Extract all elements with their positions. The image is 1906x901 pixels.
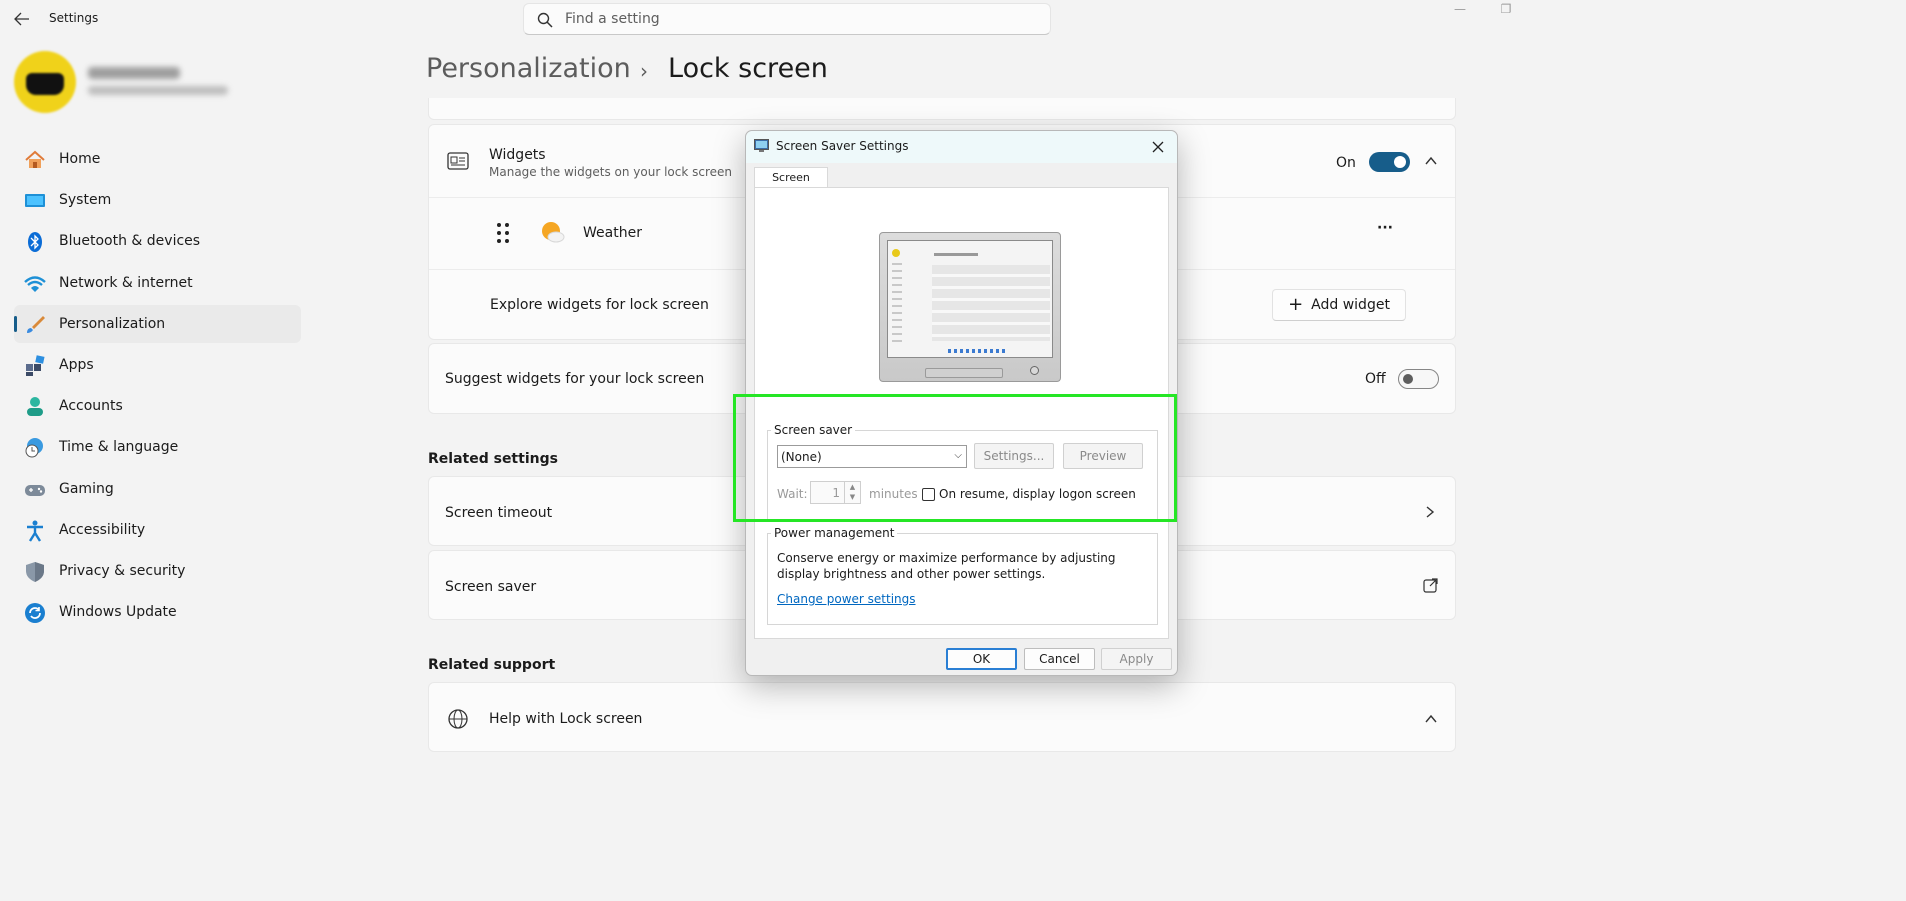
search-input[interactable]: Find a setting xyxy=(565,11,660,27)
dialog-title-bar: Screen Saver Settings xyxy=(746,131,1177,163)
sidebar-item-label: Accessibility xyxy=(59,521,146,538)
sidebar-item-label: Accounts xyxy=(59,398,123,415)
search-box[interactable]: Find a setting xyxy=(523,3,1051,35)
search-icon xyxy=(537,12,553,28)
accessibility-icon xyxy=(27,520,43,542)
sidebar-item-label: Gaming xyxy=(59,480,114,497)
sidebar-item-network[interactable]: Network & internet xyxy=(14,264,301,302)
active-indicator xyxy=(14,315,17,332)
related-support-title: Related support xyxy=(428,657,556,673)
widgets-toggle[interactable] xyxy=(1369,152,1410,172)
system-icon xyxy=(25,194,45,208)
brush-icon xyxy=(27,315,45,333)
clock-globe-icon xyxy=(25,438,43,458)
sidebar-item-label: Home xyxy=(59,151,101,167)
home-icon xyxy=(25,150,45,168)
sidebar-item-apps[interactable]: Apps xyxy=(14,346,301,384)
add-widget-label: Add widget xyxy=(1311,297,1390,313)
dialog-title: Screen Saver Settings xyxy=(776,139,909,153)
weather-icon xyxy=(542,222,565,243)
profile-name-blurred xyxy=(88,67,180,79)
chevron-up-icon[interactable] xyxy=(1424,154,1438,168)
suggest-widgets-toggle[interactable] xyxy=(1398,369,1439,389)
back-arrow-icon[interactable] xyxy=(10,8,34,30)
external-link-icon xyxy=(1423,578,1438,593)
sidebar-item-gaming[interactable]: Gaming xyxy=(14,470,301,508)
highlight-box xyxy=(733,394,1177,522)
profile-email-blurred xyxy=(88,86,228,95)
widgets-title: Widgets xyxy=(489,147,546,163)
sidebar-item-personalization[interactable]: Personalization xyxy=(14,304,301,343)
sidebar-item-label: Apps xyxy=(59,356,94,373)
widgets-icon xyxy=(447,152,469,170)
sidebar-item-time-language[interactable]: Time & language xyxy=(14,428,301,466)
suggest-toggle-state: Off xyxy=(1365,371,1386,387)
sidebar-item-bluetooth[interactable]: Bluetooth & devices xyxy=(14,222,301,260)
change-power-settings-link[interactable]: Change power settings xyxy=(777,592,916,606)
add-widget-button[interactable]: + Add widget xyxy=(1272,289,1406,321)
wifi-icon xyxy=(24,275,46,292)
page-title: Lock screen xyxy=(668,53,828,84)
sidebar-item-label: Bluetooth & devices xyxy=(59,233,201,250)
screen-saver-app-icon xyxy=(754,139,769,152)
ok-button[interactable]: OK xyxy=(946,648,1017,670)
sidebar-item-windows-update[interactable]: Windows Update xyxy=(14,593,301,631)
sidebar-item-home[interactable]: Home xyxy=(14,140,301,178)
restore-icon[interactable]: ❐ xyxy=(1494,2,1518,18)
power-description-line1: Conserve energy or maximize performance … xyxy=(777,551,1116,565)
title-bar: Settings Find a setting — ❐ xyxy=(0,0,1568,40)
chevron-up-icon[interactable] xyxy=(1424,712,1438,726)
help-lock-screen-label: Help with Lock screen xyxy=(489,711,643,727)
app-title: Settings xyxy=(49,11,99,25)
close-icon[interactable] xyxy=(1148,137,1168,157)
sidebar-item-label: Windows Update xyxy=(59,604,177,621)
monitor-preview xyxy=(879,232,1061,382)
sidebar-item-label: Privacy & security xyxy=(59,562,186,579)
sidebar-item-label: Personalization xyxy=(59,315,166,332)
sidebar-item-label: Time & language xyxy=(59,439,179,456)
sidebar-item-accessibility[interactable]: Accessibility xyxy=(14,511,301,549)
shield-icon xyxy=(26,561,44,582)
power-management-title: Power management xyxy=(771,526,898,540)
suggest-widgets-label: Suggest widgets for your lock screen xyxy=(445,371,705,387)
explore-widgets-label: Explore widgets for lock screen xyxy=(490,297,709,313)
avatar[interactable] xyxy=(14,51,76,113)
minimize-icon[interactable]: — xyxy=(1448,2,1472,18)
update-icon xyxy=(25,603,45,624)
gamepad-icon xyxy=(25,484,45,496)
sidebar-item-label: System xyxy=(59,192,112,209)
plus-icon: + xyxy=(1288,294,1304,315)
cancel-button[interactable]: Cancel xyxy=(1024,648,1095,670)
sidebar-item-label: Network & internet xyxy=(59,274,193,291)
sidebar-item-system[interactable]: System xyxy=(14,181,301,219)
breadcrumb-parent[interactable]: Personalization xyxy=(426,53,631,84)
previous-card-edge xyxy=(428,98,1456,120)
sidebar-item-privacy[interactable]: Privacy & security xyxy=(14,552,301,590)
bluetooth-icon xyxy=(28,232,42,253)
screen-saver-label: Screen saver xyxy=(445,579,537,595)
help-lock-screen-card[interactable]: Help with Lock screen xyxy=(428,682,1456,752)
tab-screen-saver[interactable]: Screen Saver xyxy=(754,167,828,204)
globe-help-icon xyxy=(448,709,468,729)
related-settings-title: Related settings xyxy=(428,451,558,467)
screen-timeout-label: Screen timeout xyxy=(445,505,553,521)
sidebar-item-accounts[interactable]: Accounts xyxy=(14,387,301,425)
preview-screen xyxy=(887,240,1053,358)
drag-handle-icon[interactable] xyxy=(495,222,511,244)
widgets-subtitle: Manage the widgets on your lock screen xyxy=(489,165,733,179)
accounts-icon xyxy=(27,397,43,417)
breadcrumb-separator: › xyxy=(640,59,648,83)
widgets-toggle-state: On xyxy=(1336,155,1356,171)
more-options-icon[interactable]: ··· xyxy=(1377,220,1393,236)
weather-label: Weather xyxy=(583,225,642,241)
apply-button[interactable]: Apply xyxy=(1101,648,1172,670)
chevron-right-icon xyxy=(1426,506,1435,518)
apps-icon xyxy=(26,355,45,376)
sidebar-nav: Home System Bluetooth & devices Network … xyxy=(14,140,301,634)
power-description-line2: display brightness and other power setti… xyxy=(777,567,1046,581)
